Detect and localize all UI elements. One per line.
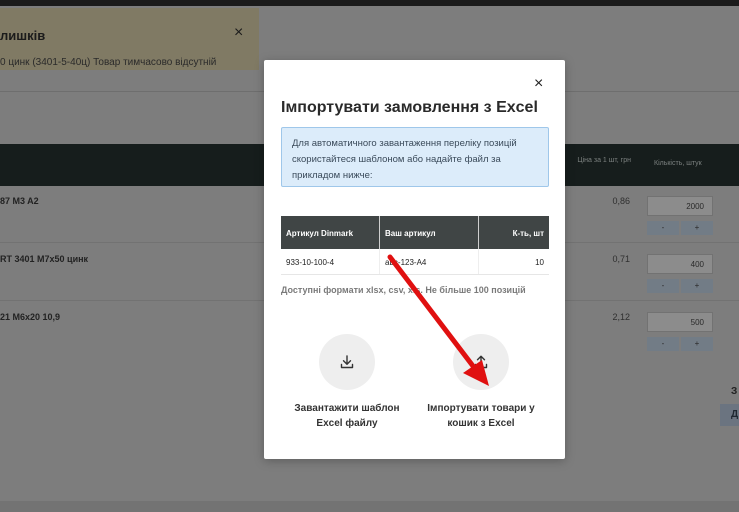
close-icon[interactable]: × <box>534 76 543 92</box>
quantity-minus-button[interactable]: - <box>647 337 679 351</box>
quantity-input[interactable]: 400 <box>647 254 713 274</box>
header-your-article: Ваш артикул <box>380 216 479 249</box>
modal-title: Імпортувати замовлення з Excel <box>281 99 538 116</box>
notice-close-icon[interactable]: × <box>234 24 243 42</box>
header-dinmark-article: Артикул Dinmark <box>281 216 380 249</box>
table-row-name: 87 M3 A2 <box>0 196 39 206</box>
table-row-price: 0,71 <box>612 254 630 264</box>
top-bar <box>0 0 739 6</box>
quantity-column-header: Кількість, штук <box>654 160 702 167</box>
cell-dinmark-article: 933-10-100-4 <box>281 249 380 274</box>
cell-quantity: 10 <box>535 258 544 267</box>
table-row-price: 0,86 <box>612 196 630 206</box>
table-row-name: 21 M6x20 10,9 <box>0 312 61 322</box>
notice-title: лишків <box>0 28 46 43</box>
import-excel-button[interactable]: Імпортувати товари у кошик з Excel <box>416 334 546 431</box>
quantity-plus-button[interactable]: + <box>681 279 713 293</box>
quantity-plus-button[interactable]: + <box>681 337 713 351</box>
notice-panel: лишків × 0 цинк (3401-5-40ц) Товар тимча… <box>0 8 259 70</box>
notice-text: 0 цинк (3401-5-40ц) Товар тимчасово відс… <box>0 57 217 68</box>
formats-note: Доступні формати xlsx, csv, xls. Не біль… <box>281 285 526 295</box>
quantity-plus-button[interactable]: + <box>681 221 713 235</box>
quantity-input[interactable]: 500 <box>647 312 713 332</box>
import-excel-label: Імпортувати товари у кошик з Excel <box>427 403 535 429</box>
quantity-minus-button[interactable]: - <box>647 221 679 235</box>
download-icon[interactable] <box>319 334 375 390</box>
upload-icon[interactable] <box>453 334 509 390</box>
table-row-price: 2,12 <box>612 312 630 322</box>
example-table-header: Артикул Dinmark Ваш артикул К-ть, шт <box>281 216 549 249</box>
info-box: Для автоматичного завантаження переліку … <box>281 127 549 187</box>
example-table: Артикул Dinmark Ваш артикул К-ть, шт 933… <box>281 216 549 275</box>
price-column-header: Ціна за 1 шт, грн <box>577 157 631 164</box>
side-label: З <box>731 386 738 397</box>
side-button[interactable]: Д <box>720 404 739 426</box>
download-template-label: Завантажити шаблон Excel файлу <box>294 403 400 429</box>
download-template-button[interactable]: Завантажити шаблон Excel файлу <box>282 334 412 431</box>
quantity-minus-button[interactable]: - <box>647 279 679 293</box>
quantity-input[interactable]: 2000 <box>647 196 713 216</box>
table-row: 933-10-100-4 abc-123-A4 10 <box>281 249 549 275</box>
import-modal: × Імпортувати замовлення з Excel Для авт… <box>264 60 565 459</box>
table-row-name: RT 3401 M7x50 цинк <box>0 254 89 264</box>
bottom-bar <box>0 501 739 512</box>
cell-your-article: abc-123-A4 <box>380 249 479 274</box>
header-quantity: К-ть, шт <box>512 229 544 238</box>
